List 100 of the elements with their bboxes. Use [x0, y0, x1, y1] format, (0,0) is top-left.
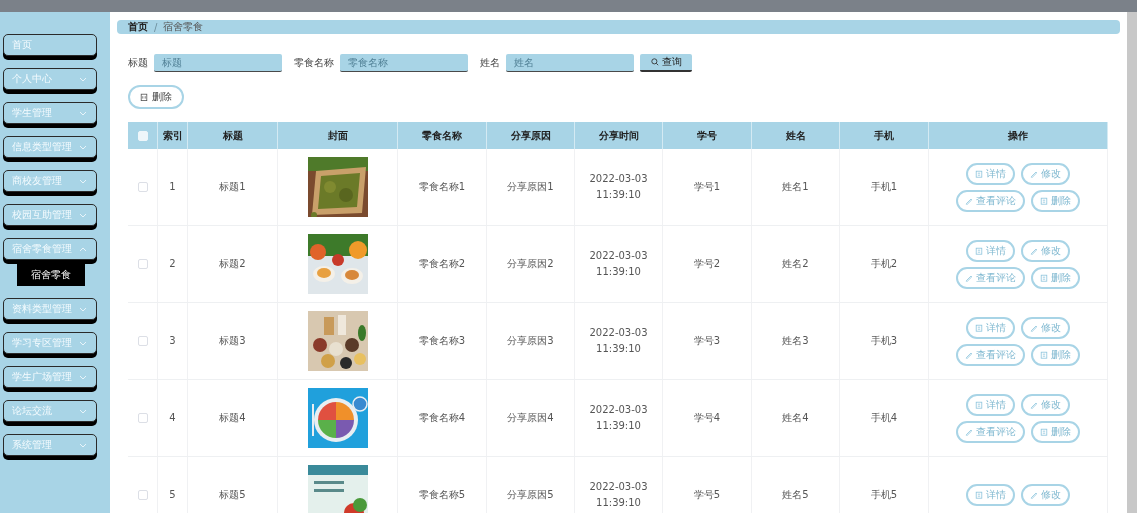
column-header: 姓名: [752, 122, 840, 149]
pencil-icon: [1030, 400, 1038, 409]
delete-button[interactable]: 删除: [1031, 420, 1080, 443]
snack-name-cell-text: 零食名称5: [417, 488, 467, 502]
document-icon: [975, 400, 983, 409]
title-cell-text: 标题4: [218, 411, 247, 425]
index-cell-text: 4: [168, 411, 177, 425]
delete-button[interactable]: 删除: [1031, 266, 1080, 289]
column-header: 分享原因: [487, 122, 575, 149]
phone-cell-text: 手机4: [869, 411, 899, 425]
name-cell-text: 姓名5: [781, 488, 810, 502]
column-header: 学号: [663, 122, 752, 149]
edit-button[interactable]: 修改: [1021, 393, 1070, 416]
row-checkbox[interactable]: [137, 336, 148, 346]
reason-cell-text: 分享原因2: [506, 257, 555, 271]
row-checkbox[interactable]: [137, 259, 148, 269]
title-cell-text: 标题2: [218, 257, 247, 271]
document-icon: [975, 323, 983, 332]
details-button[interactable]: 详情: [966, 316, 1015, 339]
index-cell-text: 3: [168, 334, 177, 348]
field-label: 姓名: [480, 56, 500, 70]
row-checkbox[interactable]: [137, 182, 148, 192]
column-header: 索引: [158, 122, 188, 149]
search-button[interactable]: 查询: [640, 54, 692, 72]
search-icon: [650, 58, 659, 66]
pencil-icon: [965, 273, 973, 282]
reason-cell-text: 分享原因5: [506, 488, 555, 502]
index-cell-text: 1: [168, 180, 177, 194]
time-cell-text: 2022-03-03 11:39:10: [588, 172, 649, 202]
row-checkbox[interactable]: [137, 490, 148, 500]
comments-button[interactable]: 查看评论: [956, 266, 1025, 289]
search-field[interactable]: 标题: [154, 54, 282, 72]
column-header: 操作: [929, 122, 1108, 149]
scrollbar[interactable]: [1127, 12, 1137, 513]
comments-button[interactable]: 查看评论: [956, 343, 1025, 366]
student-id-cell-text: 学号3: [692, 334, 722, 348]
comments-button[interactable]: 查看评论: [956, 420, 1025, 443]
pencil-icon: [1030, 169, 1038, 178]
title-cell-text: 标题1: [218, 180, 247, 194]
index-cell-text: 2: [168, 257, 177, 271]
document-icon: [975, 491, 983, 499]
pencil-icon: [1030, 323, 1038, 332]
snack-name-cell-text: 零食名称3: [417, 334, 467, 348]
pencil-icon: [1030, 246, 1038, 255]
pencil-icon: [965, 196, 973, 205]
edit-button[interactable]: 修改: [1021, 316, 1070, 339]
delete-button[interactable]: 删除: [128, 85, 184, 109]
phone-cell-text: 手机2: [869, 257, 899, 271]
comments-button[interactable]: 查看评论: [956, 189, 1025, 212]
snack-name-cell-text: 零食名称1: [417, 180, 467, 194]
search-field[interactable]: 姓名: [506, 54, 634, 72]
time-cell-text: 2022-03-03 11:39:10: [588, 480, 649, 510]
phone-cell-text: 手机5: [869, 488, 899, 502]
index-cell-text: 5: [168, 488, 177, 502]
column-header: 封面: [278, 122, 398, 149]
delete-button[interactable]: 删除: [1031, 189, 1080, 212]
field-label: 零食名称: [294, 56, 334, 70]
snack-name-cell-text: 零食名称2: [417, 257, 467, 271]
student-id-cell-text: 学号2: [692, 257, 722, 271]
time-cell-text: 2022-03-03 11:39:10: [588, 403, 649, 433]
document-icon: [975, 169, 983, 178]
column-header: 标题: [188, 122, 278, 149]
column-header: 零食名称: [398, 122, 487, 149]
edit-button[interactable]: 修改: [1021, 162, 1070, 185]
pencil-icon: [1030, 491, 1038, 499]
pencil-icon: [965, 350, 973, 359]
name-cell-text: 姓名4: [781, 411, 810, 425]
delete-button[interactable]: 删除: [1031, 343, 1080, 366]
select-all-checkbox[interactable]: [137, 130, 148, 141]
breadcrumb-link[interactable]: 首页: [128, 20, 148, 34]
title-cell-text: 标题5: [218, 488, 247, 502]
reason-cell-text: 分享原因3: [506, 334, 555, 348]
details-button[interactable]: 详情: [966, 484, 1015, 506]
submenu-item[interactable]: 宿舍零食: [17, 264, 85, 286]
time-cell-text: 2022-03-03 11:39:10: [588, 326, 649, 356]
snack-name-cell-text: 零食名称4: [417, 411, 467, 425]
name-cell-text: 姓名3: [781, 334, 810, 348]
reason-cell-text: 分享原因1: [506, 180, 555, 194]
row-checkbox[interactable]: [137, 413, 148, 423]
phone-cell-text: 手机3: [869, 334, 899, 348]
details-button[interactable]: 详情: [966, 162, 1015, 185]
student-id-cell-text: 学号4: [692, 411, 722, 425]
edit-button[interactable]: 修改: [1021, 484, 1070, 506]
reason-cell-text: 分享原因4: [506, 411, 555, 425]
search-field[interactable]: 零食名称: [340, 54, 468, 72]
column-header: 手机: [840, 122, 929, 149]
details-button[interactable]: 详情: [966, 393, 1015, 416]
name-cell-text: 姓名1: [781, 180, 810, 194]
time-cell-text: 2022-03-03 11:39:10: [588, 249, 649, 279]
phone-cell-text: 手机1: [869, 180, 899, 194]
title-cell-text: 标题3: [218, 334, 247, 348]
details-button[interactable]: 详情: [966, 239, 1015, 262]
edit-button[interactable]: 修改: [1021, 239, 1070, 262]
student-id-cell-text: 学号1: [692, 180, 722, 194]
column-header: 分享时间: [575, 122, 663, 149]
breadcrumb-link[interactable]: 宿舍零食: [163, 20, 204, 34]
pencil-icon: [965, 427, 973, 436]
document-icon: [975, 246, 983, 255]
field-label: 标题: [128, 56, 148, 70]
breadcrumb-separator: /: [154, 21, 158, 33]
